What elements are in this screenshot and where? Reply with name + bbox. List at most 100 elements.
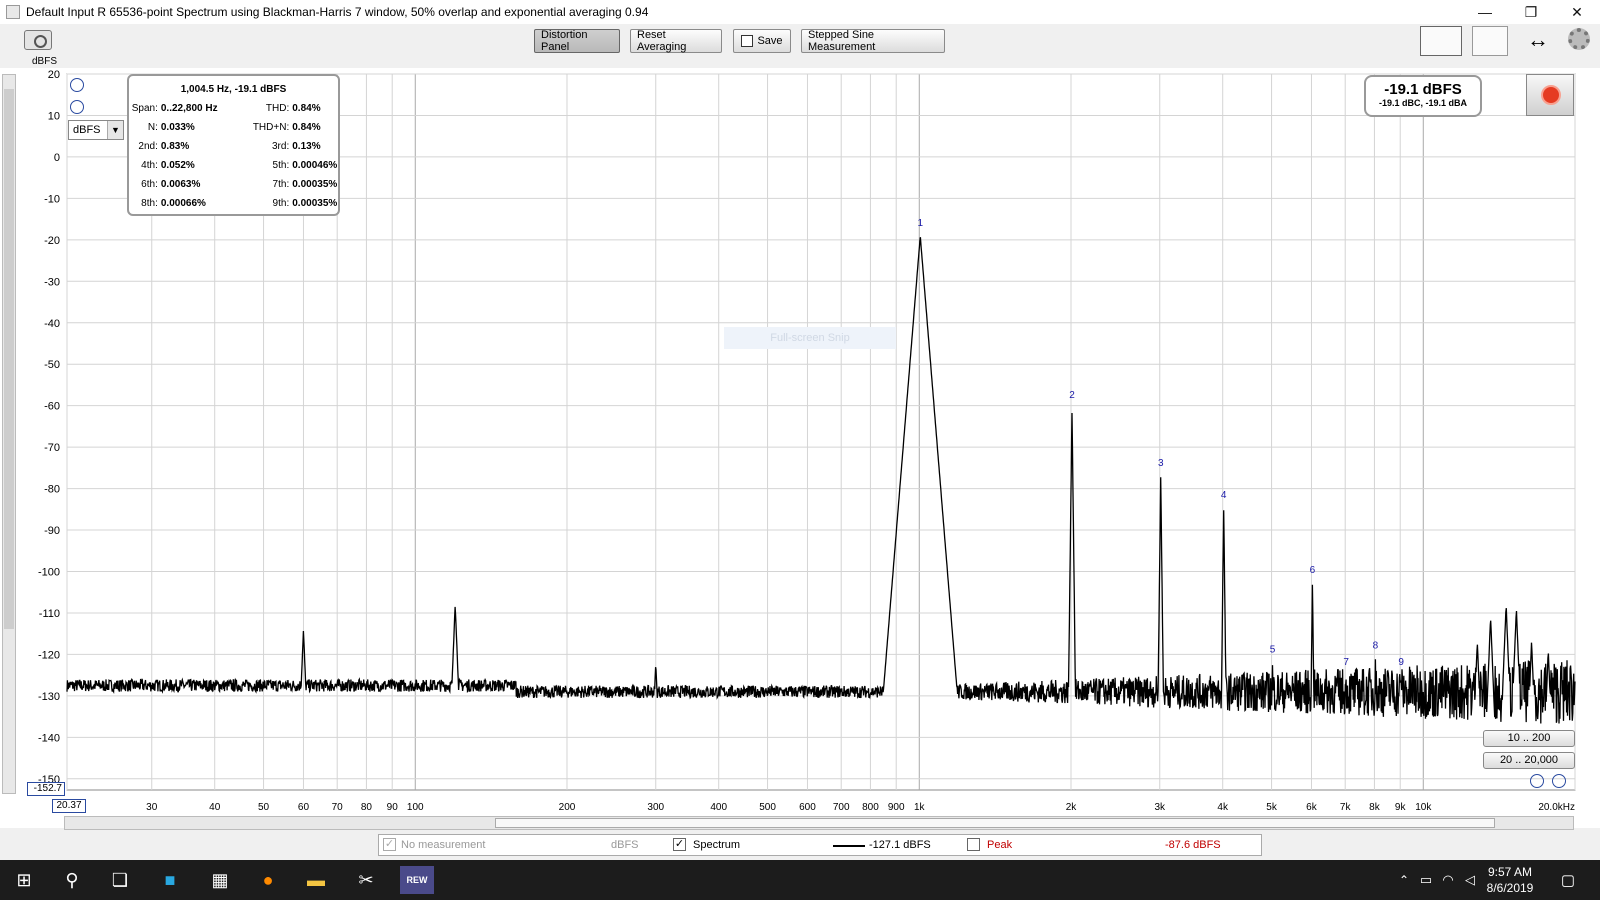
distortion-v2: 0.84%	[292, 103, 321, 114]
x-tick-label: 2k	[1066, 802, 1078, 813]
zoom-in-small-icon[interactable]	[1552, 774, 1566, 788]
x-tick-label: 700	[833, 802, 850, 813]
harmonic-label: 6	[1310, 565, 1316, 576]
x-tick-label: 40	[209, 802, 221, 813]
store-icon[interactable]: ▦	[206, 866, 234, 894]
distortion-l2: THD+N:	[252, 122, 290, 133]
y-unit-label: dBFS	[32, 56, 58, 67]
y-tick-label: -40	[44, 318, 60, 330]
x-tick-label: 4k	[1217, 802, 1229, 813]
distortion-l2: 9th:	[272, 198, 290, 209]
y-tick-label: 20	[48, 69, 60, 81]
harmonic-label: 3	[1158, 458, 1164, 469]
unit-select[interactable]: dBFS ▼	[68, 120, 124, 140]
y-tick-label: -110	[39, 608, 60, 620]
zoom-out-icon[interactable]	[70, 100, 84, 114]
horizontal-scroll-thumb[interactable]	[495, 818, 1495, 828]
x-tick-label: 20.0kHz	[1538, 802, 1575, 813]
spectrum-label: Spectrum	[693, 839, 741, 851]
unit-select-value: dBFS	[73, 124, 101, 136]
app-s-icon[interactable]: ■	[156, 866, 184, 894]
legend-bar: ✓ No measurement dBFS ✓ Spectrum -127.1 …	[378, 834, 1262, 856]
distortion-l2: THD:	[265, 103, 290, 114]
distortion-v2: 0.13%	[292, 141, 321, 152]
y-tick-label: 0	[54, 152, 60, 164]
horizontal-scrollbar[interactable]	[64, 816, 1574, 830]
distortion-row: 2nd: 0.83% 3rd: 0.13%	[129, 137, 338, 156]
record-button[interactable]	[1526, 74, 1574, 116]
notifications-icon[interactable]: ▢	[1554, 866, 1582, 894]
x-tick-label: 900	[888, 802, 905, 813]
x-tick-label: 6k	[1306, 802, 1318, 813]
x-tick-label: 800	[862, 802, 879, 813]
no-measurement-checkbox[interactable]: ✓	[383, 838, 396, 851]
x-tick-label: 80	[361, 802, 373, 813]
snipping-tool-icon[interactable]: ✂	[352, 866, 380, 894]
range-button-20-20000[interactable]: 20 .. 20,000	[1483, 752, 1575, 769]
distortion-v1: 0..22,800 Hz	[160, 103, 218, 114]
distortion-v1: 0.0063%	[160, 179, 201, 190]
taskbar: ⊞ ⚲ ❏ ■ ▦ ● ▬ ✂ REW ⌃ ▭ ◠ ◁ 9:57 AM 8/6/…	[0, 860, 1600, 900]
y-tick-label: -140	[38, 732, 60, 744]
y-tick-label: -60	[44, 401, 60, 413]
distortion-panel: 1,004.5 Hz, -19.1 dBFS Span: 0..22,800 Hz…	[127, 74, 340, 216]
vertical-scrollbar[interactable]	[2, 74, 16, 794]
distortion-v1: 0.033%	[160, 122, 195, 133]
spectrum-line-swatch	[833, 845, 865, 847]
zoom-in-icon[interactable]	[70, 78, 84, 92]
level-sub: -19.1 dBC, -19.1 dBA	[1378, 98, 1468, 108]
y-min-readout[interactable]: -152.7	[27, 782, 65, 796]
spectrum-checkbox[interactable]: ✓	[673, 838, 686, 851]
zoom-out-small-icon[interactable]	[1530, 774, 1544, 788]
distortion-l1: 4th:	[141, 160, 158, 171]
x-tick-label: 3k	[1154, 802, 1166, 813]
distortion-row: 6th: 0.0063% 7th: 0.00035%	[129, 175, 338, 194]
harmonic-label: 8	[1373, 641, 1379, 652]
level-readout: -19.1 dBFS -19.1 dBC, -19.1 dBA	[1364, 75, 1482, 117]
windows-start-icon[interactable]: ⊞	[10, 866, 38, 894]
search-icon[interactable]: ⚲	[58, 866, 86, 894]
y-tick-label: -20	[44, 235, 60, 247]
distortion-v2: 0.00035%	[292, 198, 338, 209]
y-tick-label: -130	[38, 691, 60, 703]
x-tick-label: 8k	[1369, 802, 1381, 813]
x-tick-label: 5k	[1266, 802, 1278, 813]
peak-checkbox[interactable]	[967, 838, 980, 851]
distortion-row: N: 0.033% THD+N: 0.84%	[129, 118, 338, 137]
distortion-v2: 0.00035%	[292, 179, 338, 190]
y-tick-label: -70	[44, 442, 60, 454]
chevron-down-icon[interactable]: ▼	[107, 121, 123, 139]
distortion-l2: 3rd:	[272, 141, 290, 152]
y-tick-label: -10	[44, 193, 60, 205]
range-button-10-200[interactable]: 10 .. 200	[1483, 730, 1575, 747]
harmonic-label: 1	[917, 218, 923, 229]
distortion-row: Span: 0..22,800 Hz THD: 0.84%	[129, 99, 338, 118]
firefox-icon[interactable]: ●	[254, 866, 282, 894]
harmonic-label: 4	[1221, 490, 1227, 501]
clock[interactable]: 9:57 AM 8/6/2019	[1480, 864, 1540, 896]
x-tick-label: 50	[258, 802, 270, 813]
harmonic-label: 2	[1069, 390, 1075, 401]
no-measurement-unit: dBFS	[611, 839, 639, 851]
distortion-v1: 0.052%	[160, 160, 195, 171]
clock-date: 8/6/2019	[1486, 881, 1534, 895]
task-view-icon[interactable]: ❏	[106, 866, 134, 894]
distortion-l1: N:	[147, 122, 158, 133]
x-tick-label: 70	[332, 802, 344, 813]
harmonic-label: 9	[1398, 657, 1404, 668]
y-tick-label: -120	[38, 649, 60, 661]
x-tick-label: 400	[710, 802, 727, 813]
file-explorer-icon[interactable]: ▬	[302, 866, 330, 894]
distortion-row: 4th: 0.052% 5th: 0.00046%	[129, 156, 338, 175]
x-min-readout[interactable]: 20.37	[52, 799, 86, 813]
x-tick-label: 200	[559, 802, 576, 813]
rew-app-icon[interactable]: REW	[400, 866, 434, 894]
no-measurement-label: No measurement	[401, 839, 486, 851]
harmonic-label: 7	[1343, 657, 1349, 668]
vertical-scroll-thumb[interactable]	[4, 89, 14, 629]
y-tick-label: -50	[44, 359, 60, 371]
distortion-l2: 7th:	[272, 179, 290, 190]
x-tick-label: 100	[407, 802, 424, 813]
clock-time: 9:57 AM	[1487, 865, 1533, 879]
y-tick-label: -100	[38, 567, 60, 579]
